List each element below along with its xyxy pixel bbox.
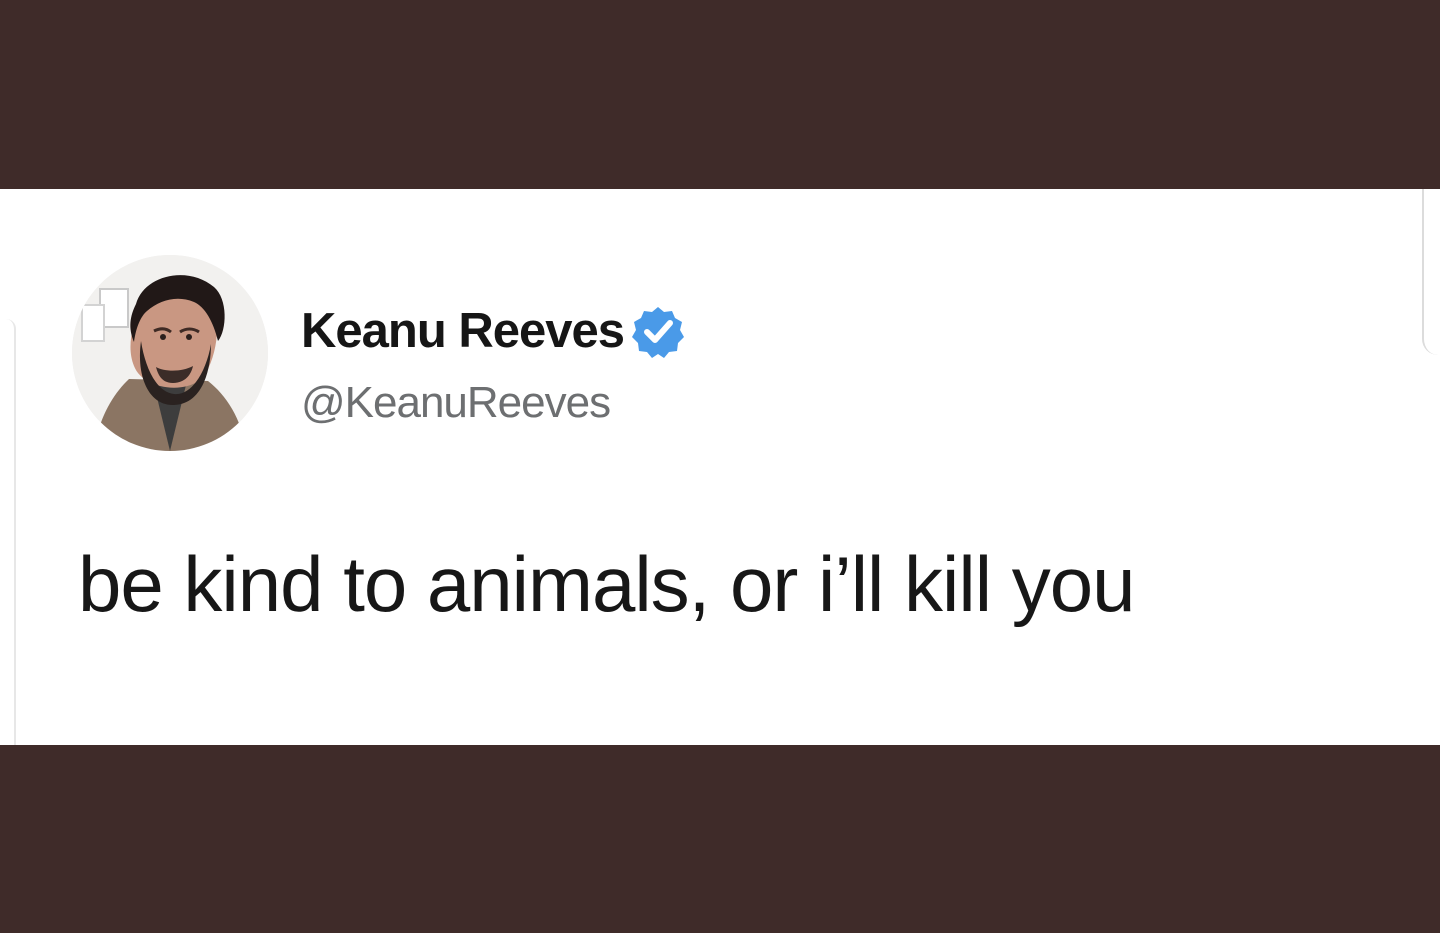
tweet-text: be kind to animals, or i’ll kill you xyxy=(78,540,1135,628)
profile-avatar[interactable] xyxy=(72,255,268,451)
author-username[interactable]: @KeanuReeves xyxy=(301,377,611,429)
screenshot-page: Keanu Reeves @KeanuReeves be kind to ani… xyxy=(0,0,1440,933)
tweet-card: Keanu Reeves @KeanuReeves be kind to ani… xyxy=(0,189,1440,745)
left-card-edge xyxy=(0,319,16,745)
right-card-edge xyxy=(1422,189,1440,355)
tweet-author-row: Keanu Reeves xyxy=(301,303,685,359)
profile-avatar-image xyxy=(72,255,268,451)
author-display-name[interactable]: Keanu Reeves xyxy=(301,303,625,359)
verified-badge-icon xyxy=(632,307,685,358)
